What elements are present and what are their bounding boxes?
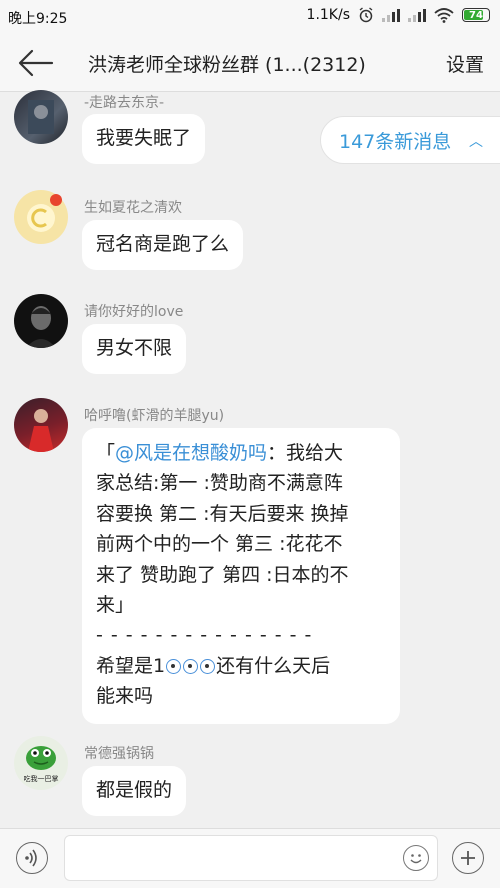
- message-text: 还有什么天后: [216, 654, 331, 677]
- status-bar: 晚上9:25 1.1K/s 74: [0, 0, 500, 34]
- new-messages-label: 147条新消息: [339, 130, 452, 153]
- message-line: 来了 赞助跑了 第四 :日本的不: [96, 563, 349, 586]
- input-bar: [0, 828, 500, 888]
- message-input[interactable]: [64, 835, 438, 881]
- emoji-icon: [183, 658, 199, 674]
- wifi-icon: [434, 7, 454, 23]
- sender-name: 常德强锅锅: [84, 746, 154, 762]
- message-line: 家总结:第一 :赞助商不满意阵: [96, 472, 343, 495]
- sender-name: -走路去东京-: [84, 95, 165, 111]
- message-text: ：我给大: [267, 442, 344, 464]
- message-line: 前两个中的一个 第三 :花花不: [96, 533, 343, 556]
- chat-header: 洪涛老师全球粉丝群 (1...(2312) 设置: [0, 34, 500, 92]
- message-bubble[interactable]: 「@风是在想酸奶吗：我给大 家总结:第一 :赞助商不满意阵 容要换 第二 :有天…: [82, 428, 400, 724]
- avatar[interactable]: [14, 398, 68, 452]
- signal-icon: [382, 8, 400, 22]
- chevron-up-icon: ︿: [469, 134, 483, 150]
- battery-icon: 74: [462, 8, 490, 22]
- net-speed: 1.1K/s: [306, 7, 350, 23]
- status-indicators: 1.1K/s 74: [307, 7, 490, 23]
- plus-icon: [461, 851, 475, 865]
- sender-name: 请你好好的love: [84, 304, 184, 320]
- message-text: 我要失眠了: [96, 127, 192, 149]
- mention-link[interactable]: @风是在想酸奶吗: [115, 442, 267, 464]
- message-line: 希望是1 还有什么天后: [96, 651, 386, 681]
- avatar[interactable]: [14, 90, 68, 144]
- message-bubble[interactable]: 都是假的: [82, 766, 187, 816]
- message-text: 男女不限: [96, 337, 173, 359]
- group-title: 洪涛老师全球粉丝群 (1...(2312): [88, 54, 366, 76]
- quote-mark: 「: [96, 442, 116, 464]
- message-line: 来」: [96, 593, 135, 616]
- sender-name: 生如夏花之清欢: [84, 200, 182, 216]
- message-divider: - - - - - - - - - - - - - - -: [96, 624, 313, 647]
- message-text: 冠名商是跑了么: [96, 233, 230, 255]
- status-time: 晚上9:25: [8, 11, 68, 27]
- message-bubble[interactable]: 男女不限: [82, 324, 187, 374]
- emoji-button[interactable]: [403, 845, 429, 871]
- message-bubble[interactable]: 我要失眠了: [82, 114, 206, 164]
- message-line: 容要换 第二 :有天后要来 换掉: [96, 502, 349, 525]
- message-text: 希望是1: [96, 654, 166, 677]
- emoji-icon: [200, 658, 216, 674]
- avatar-caption: 吃我一巴掌: [23, 775, 59, 783]
- message-line: 能来吗: [96, 685, 154, 708]
- avatar[interactable]: [14, 294, 68, 348]
- signal-icon-2: [408, 8, 426, 22]
- emoji-icon: [166, 658, 182, 674]
- alarm-icon: [359, 7, 373, 23]
- unread-dot: [50, 194, 62, 206]
- back-arrow-icon[interactable]: [16, 48, 56, 78]
- voice-icon: [25, 849, 37, 867]
- avatar[interactable]: 吃我一巴掌: [14, 736, 68, 790]
- voice-button[interactable]: [16, 842, 48, 874]
- settings-button[interactable]: 设置: [446, 50, 484, 77]
- message-line: 「@风是在想酸奶吗：我给大: [96, 438, 386, 468]
- new-messages-button[interactable]: 147条新消息 ︿: [320, 116, 500, 164]
- plus-button[interactable]: [452, 842, 484, 874]
- message-bubble[interactable]: 冠名商是跑了么: [82, 220, 244, 270]
- sender-name: 哈呼噜(虾滑的羊腿yu): [84, 408, 225, 424]
- battery-level: 74: [469, 9, 483, 21]
- smiley-icon: [410, 854, 422, 864]
- message-text: 都是假的: [96, 779, 173, 801]
